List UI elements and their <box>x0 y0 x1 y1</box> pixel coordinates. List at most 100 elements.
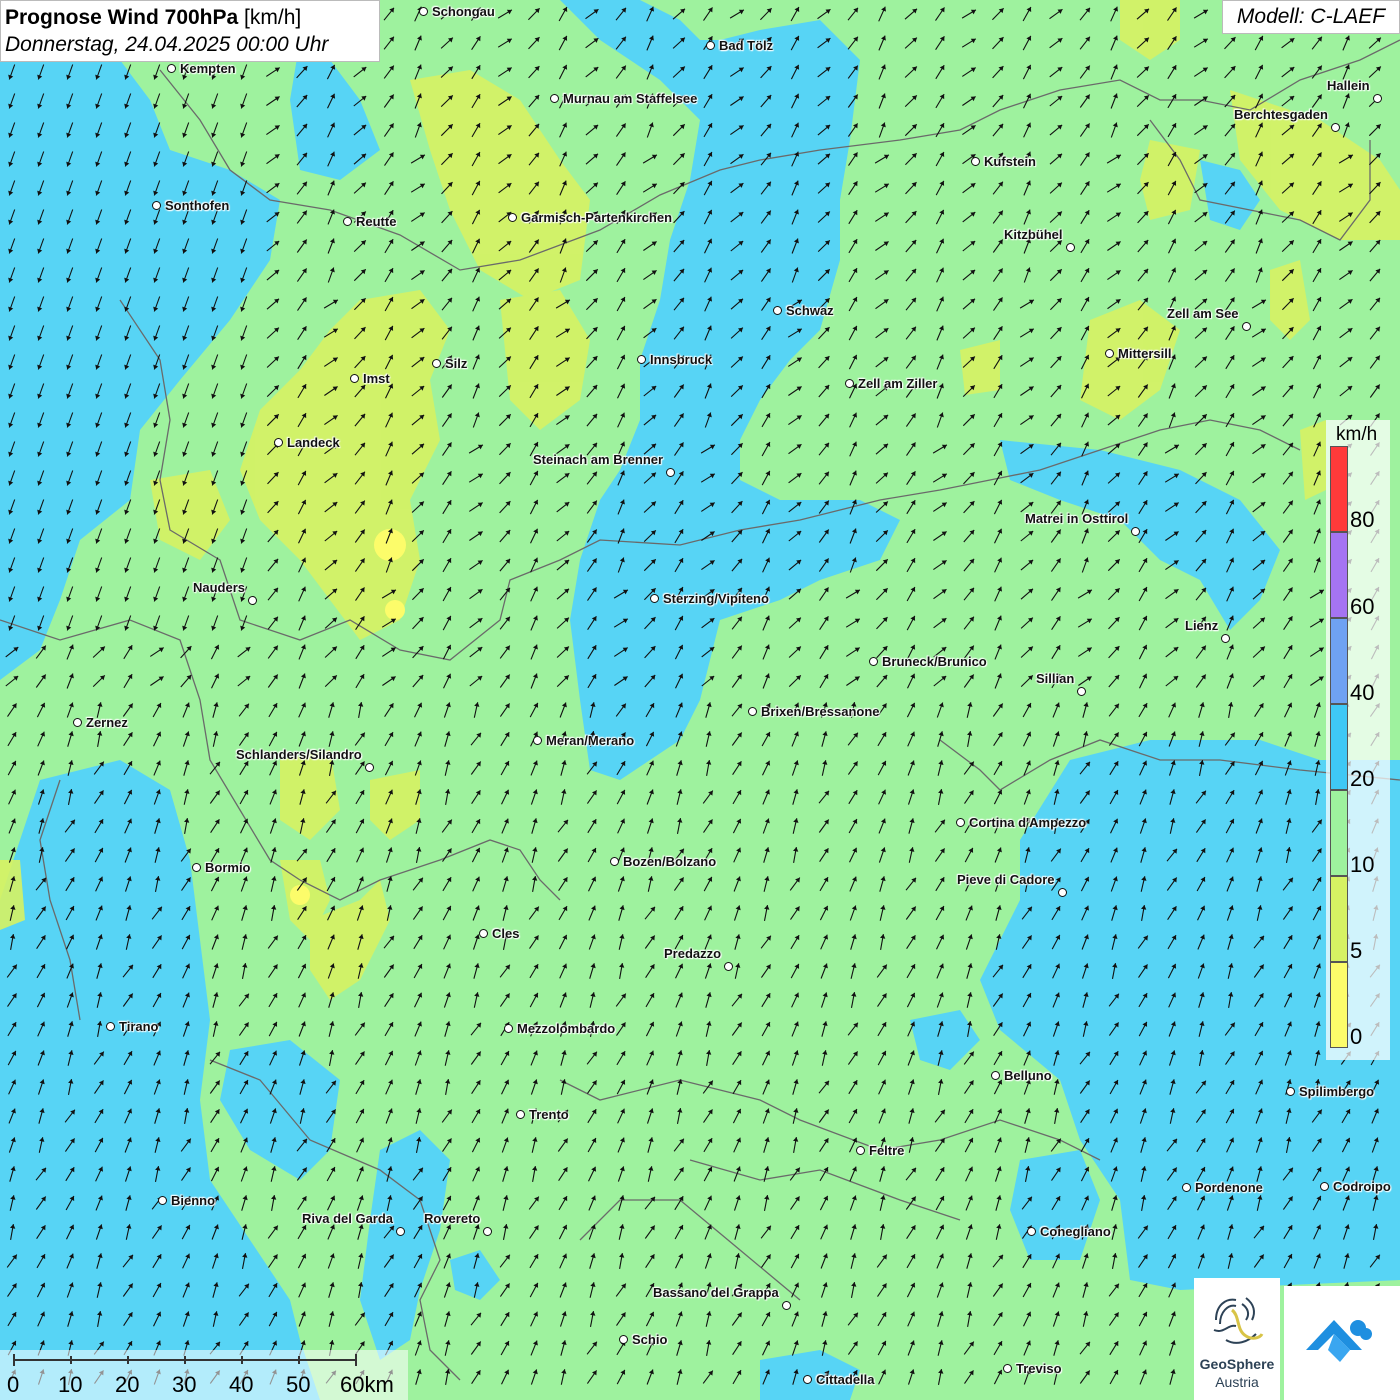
city-marker <box>650 594 659 603</box>
city-marker <box>167 64 176 73</box>
city-label: Landeck <box>287 435 340 450</box>
city-marker <box>1221 634 1230 643</box>
city-label: Rovereto <box>424 1211 481 1226</box>
city-marker <box>158 1196 167 1205</box>
city-marker <box>1058 888 1067 897</box>
scale-label-50: 50 <box>286 1372 311 1397</box>
city-marker <box>343 217 352 226</box>
city-label: Sterzing/Vipiteno <box>663 591 769 606</box>
city-marker <box>432 359 441 368</box>
city-label: Trento <box>529 1107 569 1122</box>
legend-color-bar <box>1330 704 1348 790</box>
city-marker <box>1077 687 1086 696</box>
city-marker <box>1331 123 1340 132</box>
city-label: Spilimbergo <box>1299 1084 1375 1099</box>
city-label: Codroipo <box>1333 1179 1391 1194</box>
city-marker <box>1003 1364 1012 1373</box>
city-label: Reutte <box>356 214 397 229</box>
city-label: Schio <box>632 1332 668 1347</box>
city-marker <box>956 818 965 827</box>
city-marker <box>419 7 428 16</box>
map-title: Prognose Wind 700hPa [km/h] <box>5 6 302 29</box>
city-label: Lienz <box>1185 618 1219 633</box>
city-label: Pordenone <box>1195 1180 1263 1195</box>
city-marker <box>724 962 733 971</box>
legend-color-bar <box>1330 790 1348 876</box>
scale-label-30: 30 <box>172 1372 197 1397</box>
city-marker <box>192 863 201 872</box>
legend-tick-5: 5 <box>1350 938 1363 963</box>
city-label: Riva del Garda <box>302 1211 394 1226</box>
city-marker <box>971 157 980 166</box>
city-label: Imst <box>363 371 390 386</box>
scale-label-40: 40 <box>229 1372 254 1397</box>
city-marker <box>610 857 619 866</box>
city-marker <box>845 379 854 388</box>
city-label: Conegliano <box>1040 1224 1111 1239</box>
city-marker <box>782 1301 791 1310</box>
legend-color-bar <box>1330 446 1348 532</box>
city-label: Pieve di Cadore <box>957 872 1055 887</box>
scale-label-20: 20 <box>115 1372 140 1397</box>
city-marker <box>152 201 161 210</box>
city-marker <box>1320 1182 1329 1191</box>
city-label: Innsbruck <box>650 352 713 367</box>
legend-color-bar <box>1330 618 1348 704</box>
city-label: Berchtesgaden <box>1234 107 1328 122</box>
city-label: Bormio <box>205 860 251 875</box>
forecast-date: Donnerstag, 24.04.2025 00:00 Uhr <box>5 33 329 56</box>
city-marker <box>1182 1183 1191 1192</box>
city-marker <box>706 41 715 50</box>
city-label: Schlanders/Silandro <box>236 747 362 762</box>
scale-label-10: 10 <box>58 1372 83 1397</box>
legend-tick-80: 80 <box>1350 507 1375 532</box>
city-label: Brixen/Bressanone <box>761 704 880 719</box>
city-label: Cittadella <box>816 1372 875 1387</box>
city-marker <box>479 929 488 938</box>
legend-unit: km/h <box>1336 424 1378 445</box>
legend-tick-10: 10 <box>1350 852 1375 877</box>
city-marker <box>1242 322 1251 331</box>
city-label: Schwaz <box>786 303 834 318</box>
city-label: Cles <box>492 926 520 941</box>
logo-name-line1: GeoSphere <box>1199 1356 1275 1372</box>
city-marker <box>1131 527 1140 536</box>
city-label: Kitzbühel <box>1004 227 1063 242</box>
model-label: Modell: C-LAEF <box>1222 0 1400 34</box>
city-marker <box>856 1146 865 1155</box>
city-label: Bozen/Bolzano <box>623 854 717 869</box>
city-marker <box>483 1227 492 1236</box>
city-label: Zell am See <box>1167 306 1239 321</box>
city-marker <box>73 718 82 727</box>
city-marker <box>274 438 283 447</box>
city-label: Kufstein <box>984 154 1036 169</box>
legend-color-bar <box>1330 532 1348 618</box>
city-label: Zell am Ziller <box>858 376 938 391</box>
city-label: Kempten <box>180 61 236 76</box>
city-marker <box>248 596 257 605</box>
city-marker <box>1286 1087 1295 1096</box>
city-label: Belluno <box>1004 1068 1052 1083</box>
legend-tick-60: 60 <box>1350 594 1375 619</box>
city-marker <box>666 468 675 477</box>
legend-tick-40: 40 <box>1350 680 1375 705</box>
scale-label-0: 0 <box>7 1372 20 1397</box>
city-marker <box>1027 1227 1036 1236</box>
city-marker <box>350 374 359 383</box>
legend-tick-0: 0 <box>1350 1024 1363 1049</box>
city-marker <box>991 1071 1000 1080</box>
city-label: Predazzo <box>664 946 722 961</box>
city-marker <box>1373 94 1382 103</box>
city-marker <box>748 707 757 716</box>
city-label: Bienno <box>171 1193 216 1208</box>
city-label: Matrei in Osttirol <box>1025 511 1129 526</box>
city-marker <box>1105 349 1114 358</box>
city-label: Bruneck/Brunico <box>882 654 987 669</box>
city-label: Zernez <box>86 715 128 730</box>
city-marker <box>637 355 646 364</box>
city-label: Hallein <box>1327 78 1370 93</box>
city-label: Bad Tölz <box>719 38 774 53</box>
city-label: Meran/Merano <box>546 733 635 748</box>
geosphere-logo-icon <box>1213 1297 1264 1344</box>
title-box: Prognose Wind 700hPa [km/h] Donnerstag, … <box>0 0 380 62</box>
